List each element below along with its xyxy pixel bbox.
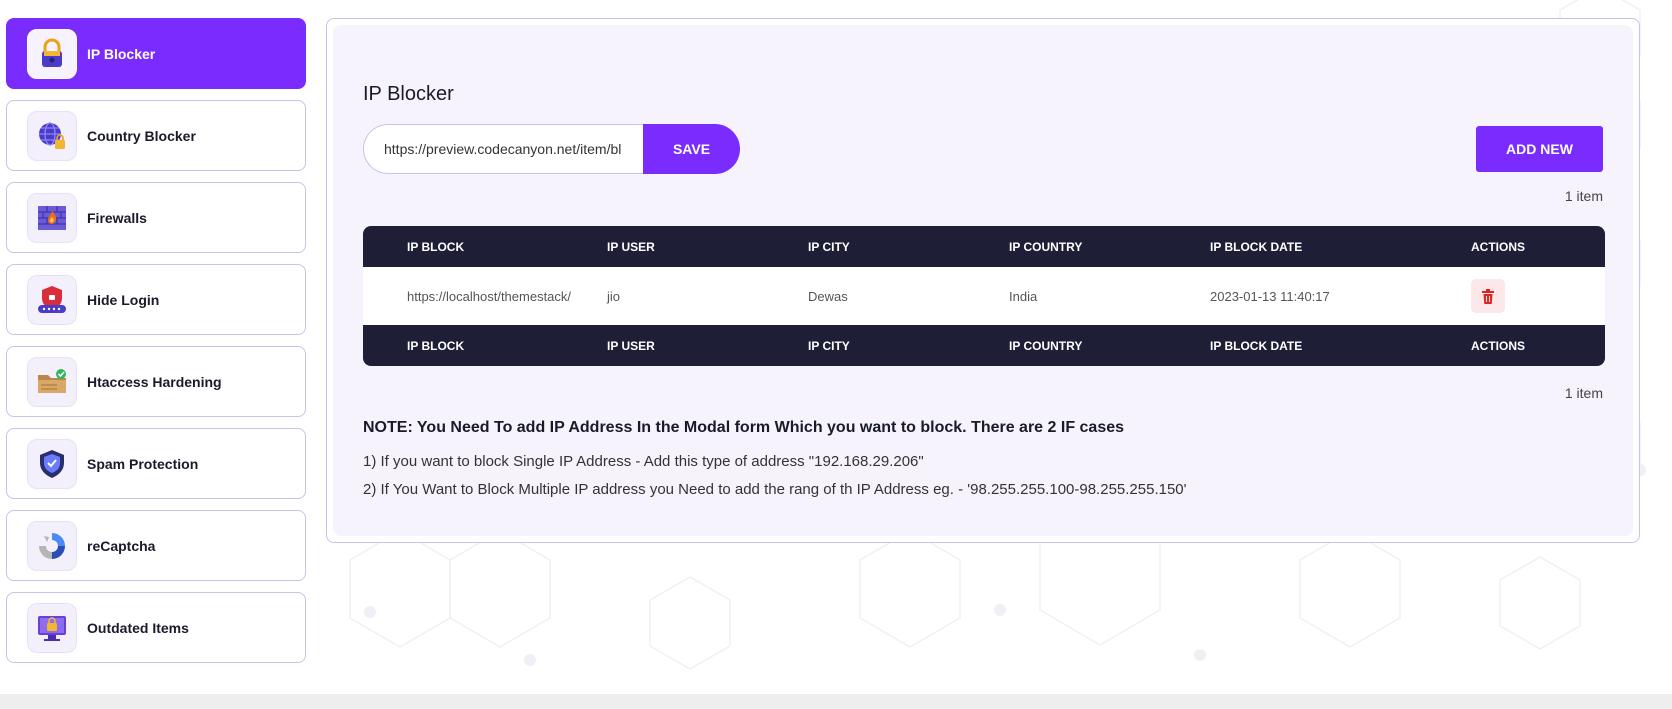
column-footer-ip-block-date: IP BLOCK DATE — [1210, 338, 1303, 353]
monitor-lock-icon — [27, 602, 77, 653]
note-title: NOTE: You Need To add IP Address In the … — [363, 419, 1125, 436]
column-header-ip-city[interactable]: IP CITY — [808, 240, 1009, 254]
sidebar-item-recaptcha[interactable]: reCaptcha — [6, 510, 306, 581]
item-count-bottom: 1 item — [1564, 385, 1603, 401]
table-row: https://localhost/themestack/ jio Dewas … — [363, 267, 1605, 325]
sidebar-item-htaccess-hardening[interactable]: Htaccess Hardening — [6, 346, 306, 417]
column-header-actions: ACTIONS — [1471, 239, 1525, 254]
sidebar-item-spam-protection[interactable]: Spam Protection — [6, 428, 306, 499]
sidebar-item-label: IP Blocker — [87, 45, 156, 62]
sidebar-item-label: Outdated Items — [87, 619, 189, 636]
bottom-bar — [0, 694, 1672, 709]
ip-block-table: IP BLOCK IP USER IP CITY IP COUNTRY IP B… — [363, 226, 1605, 366]
globe-lock-icon — [27, 110, 77, 161]
sidebar-item-label: Country Blocker — [87, 127, 196, 144]
column-footer-ip-block: IP BLOCK — [407, 338, 465, 353]
recaptcha-icon — [27, 520, 77, 571]
column-footer-ip-user: IP USER — [607, 338, 655, 353]
sidebar-item-hide-login[interactable]: Hide Login — [6, 264, 306, 335]
cell-ip-user: jio — [607, 288, 621, 304]
sidebar-item-ip-blocker[interactable]: IP Blocker — [6, 18, 306, 89]
save-button[interactable]: SAVE — [643, 124, 740, 174]
sidebar-item-outdated-items[interactable]: Outdated Items — [6, 592, 306, 663]
column-footer-actions: ACTIONS — [1471, 338, 1525, 353]
folder-check-icon — [27, 356, 77, 407]
url-input[interactable] — [363, 124, 643, 174]
lock-icon — [27, 28, 77, 79]
main-panel-inner: IP Blocker SAVE ADD NEW 1 item IP BLOCK … — [333, 25, 1633, 536]
cell-ip-block: https://localhost/themestack/ — [407, 288, 572, 304]
sidebar-item-label: Firewalls — [87, 209, 147, 226]
add-new-button[interactable]: ADD NEW — [1476, 126, 1603, 172]
main-panel: IP Blocker SAVE ADD NEW 1 item IP BLOCK … — [326, 18, 1640, 543]
table-header: IP BLOCK IP USER IP CITY IP COUNTRY IP B… — [363, 226, 1605, 267]
sidebar-item-firewalls[interactable]: Firewalls — [6, 182, 306, 253]
column-header-ip-country[interactable]: IP COUNTRY — [1009, 240, 1210, 254]
sidebar-item-label: Spam Protection — [87, 455, 199, 472]
note-line: 1) If you want to block Single IP Addres… — [363, 453, 924, 470]
sidebar-item-label: Htaccess Hardening — [87, 373, 222, 390]
table-footer: IP BLOCK IP USER IP CITY IP COUNTRY IP B… — [363, 325, 1605, 366]
sidebar-item-label: Hide Login — [87, 291, 160, 308]
page-title: IP Blocker — [363, 83, 454, 105]
column-footer-ip-city: IP CITY — [808, 338, 850, 353]
shield-login-icon — [27, 274, 77, 325]
sidebar: IP Blocker Country Blocker Firewalls Hid… — [6, 18, 306, 674]
column-header-ip-block-date[interactable]: IP BLOCK DATE — [1210, 240, 1411, 254]
note-line: 2) If You Want to Block Multiple IP addr… — [363, 481, 1187, 498]
column-header-ip-user[interactable]: IP USER — [607, 240, 808, 254]
sidebar-item-label: reCaptcha — [87, 537, 156, 554]
item-count-top: 1 item — [1564, 188, 1603, 204]
shield-check-icon — [27, 438, 77, 489]
trash-icon — [1482, 288, 1494, 304]
firewall-icon — [27, 192, 77, 243]
cell-ip-block-date: 2023-01-13 11:40:17 — [1210, 288, 1330, 304]
cell-ip-city: Dewas — [808, 288, 848, 304]
cell-actions — [1411, 279, 1605, 313]
column-footer-ip-country: IP COUNTRY — [1009, 338, 1083, 353]
delete-button[interactable] — [1471, 279, 1505, 313]
url-form: SAVE — [363, 124, 740, 174]
sidebar-item-country-blocker[interactable]: Country Blocker — [6, 100, 306, 171]
column-header-ip-block[interactable]: IP BLOCK — [363, 240, 607, 254]
cell-ip-country: India — [1009, 288, 1038, 304]
